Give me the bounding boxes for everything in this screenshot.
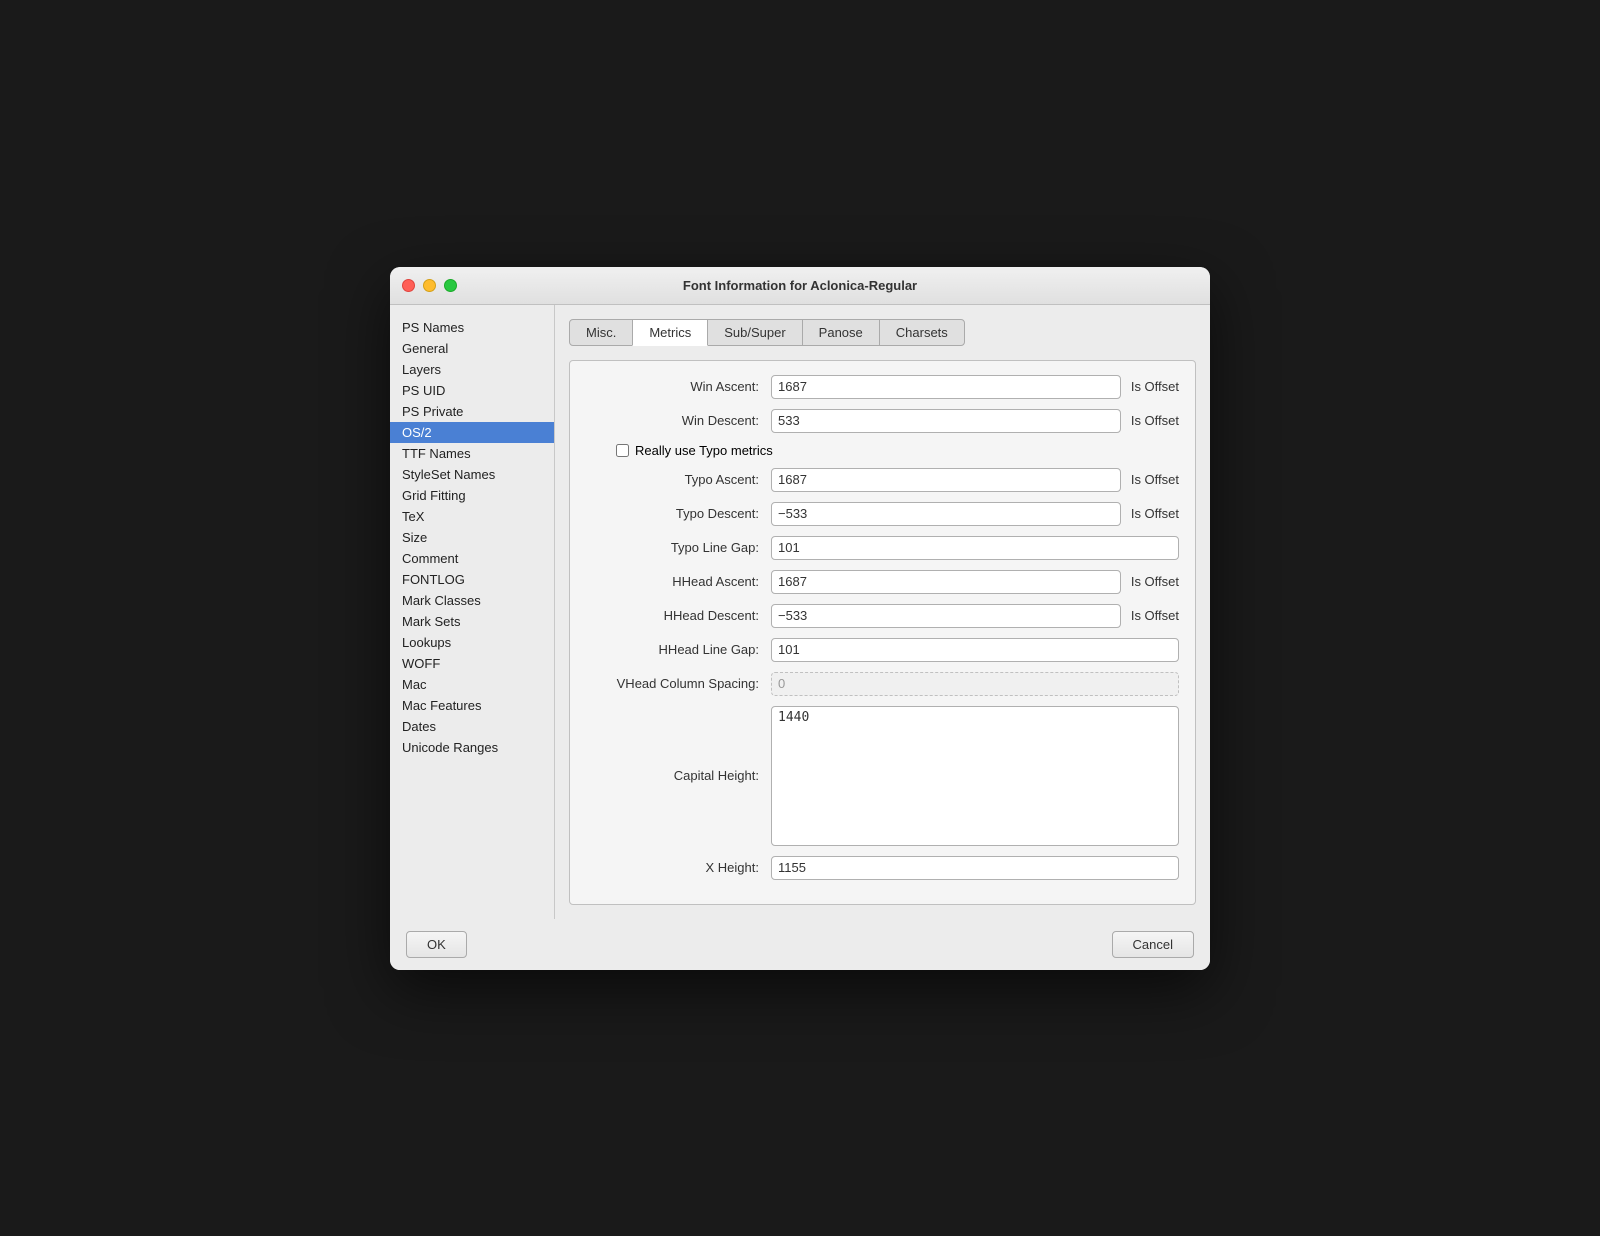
close-button[interactable] [402, 279, 415, 292]
tab-subsuper[interactable]: Sub/Super [707, 319, 802, 346]
typo-line-gap-input[interactable] [771, 536, 1179, 560]
hhead-descent-label: HHead Descent: [586, 608, 771, 623]
cancel-button[interactable]: Cancel [1112, 931, 1194, 958]
typo-line-gap-wrapper [771, 536, 1179, 560]
hhead-descent-is-offset: Is Offset [1131, 608, 1179, 623]
form-row-hhead-ascent: HHead Ascent: Is Offset [586, 570, 1179, 594]
hhead-ascent-input[interactable] [771, 570, 1121, 594]
form-row-hhead-line-gap: HHead Line Gap: [586, 638, 1179, 662]
sidebar-item-ps-private[interactable]: PS Private [390, 401, 554, 422]
sidebar-item-fontlog[interactable]: FONTLOG [390, 569, 554, 590]
footer: OK Cancel [390, 919, 1210, 970]
hhead-ascent-is-offset: Is Offset [1131, 574, 1179, 589]
tab-metrics[interactable]: Metrics [632, 319, 708, 346]
tabs: Misc.MetricsSub/SuperPanoseCharsets [569, 319, 1196, 346]
win-descent-wrapper [771, 409, 1121, 433]
win-descent-label: Win Descent: [586, 413, 771, 428]
win-ascent-wrapper [771, 375, 1121, 399]
form-row-hhead-descent: HHead Descent: Is Offset [586, 604, 1179, 628]
typo-descent-label: Typo Descent: [586, 506, 771, 521]
typo-ascent-wrapper [771, 468, 1121, 492]
vhead-column-spacing-label: VHead Column Spacing: [586, 676, 771, 691]
form-row-x-height: X Height: [586, 856, 1179, 880]
sidebar-item-ttf-names[interactable]: TTF Names [390, 443, 554, 464]
sidebar-item-size[interactable]: Size [390, 527, 554, 548]
typo-descent-input[interactable] [771, 502, 1121, 526]
typo-descent-is-offset: Is Offset [1131, 506, 1179, 521]
sidebar-item-general[interactable]: General [390, 338, 554, 359]
really-use-typo-checkbox[interactable] [616, 444, 629, 457]
hhead-ascent-wrapper [771, 570, 1121, 594]
sidebar-item-os2[interactable]: OS/2 [390, 422, 554, 443]
maximize-button[interactable] [444, 279, 457, 292]
sidebar-item-mark-sets[interactable]: Mark Sets [390, 611, 554, 632]
hhead-line-gap-wrapper [771, 638, 1179, 662]
win-ascent-is-offset: Is Offset [1131, 379, 1179, 394]
ok-button[interactable]: OK [406, 931, 467, 958]
window-title: Font Information for Aclonica-Regular [683, 278, 917, 293]
form-row-typo-line-gap: Typo Line Gap: [586, 536, 1179, 560]
typo-ascent-is-offset: Is Offset [1131, 472, 1179, 487]
typo-ascent-input[interactable] [771, 468, 1121, 492]
form-row-win-descent: Win Descent: Is Offset [586, 409, 1179, 433]
hhead-ascent-label: HHead Ascent: [586, 574, 771, 589]
tab-misc[interactable]: Misc. [569, 319, 633, 346]
hhead-line-gap-label: HHead Line Gap: [586, 642, 771, 657]
capital-height-input[interactable] [771, 706, 1179, 846]
typo-line-gap-label: Typo Line Gap: [586, 540, 771, 555]
sidebar: PS NamesGeneralLayersPS UIDPS PrivateOS/… [390, 305, 555, 919]
tab-panose[interactable]: Panose [802, 319, 880, 346]
hhead-line-gap-input[interactable] [771, 638, 1179, 662]
form-row-capital-height: Capital Height: [586, 706, 1179, 846]
sidebar-item-mac[interactable]: Mac [390, 674, 554, 695]
sidebar-item-ps-names[interactable]: PS Names [390, 317, 554, 338]
form-row-typo-ascent: Typo Ascent: Is Offset [586, 468, 1179, 492]
sidebar-item-layers[interactable]: Layers [390, 359, 554, 380]
win-ascent-label: Win Ascent: [586, 379, 771, 394]
checkbox-row-really-use-typo: Really use Typo metrics [586, 443, 1179, 458]
really-use-typo-label: Really use Typo metrics [635, 443, 773, 458]
main-window: Font Information for Aclonica-Regular PS… [390, 267, 1210, 970]
sidebar-item-comment[interactable]: Comment [390, 548, 554, 569]
win-ascent-input[interactable] [771, 375, 1121, 399]
sidebar-item-mac-features[interactable]: Mac Features [390, 695, 554, 716]
window-body: PS NamesGeneralLayersPS UIDPS PrivateOS/… [390, 305, 1210, 919]
sidebar-item-ps-uid[interactable]: PS UID [390, 380, 554, 401]
tab-charsets[interactable]: Charsets [879, 319, 965, 346]
sidebar-item-woff[interactable]: WOFF [390, 653, 554, 674]
sidebar-item-tex[interactable]: TeX [390, 506, 554, 527]
sidebar-item-styleset-names[interactable]: StyleSet Names [390, 464, 554, 485]
typo-ascent-label: Typo Ascent: [586, 472, 771, 487]
sidebar-item-grid-fitting[interactable]: Grid Fitting [390, 485, 554, 506]
sidebar-item-unicode-ranges[interactable]: Unicode Ranges [390, 737, 554, 758]
win-descent-input[interactable] [771, 409, 1121, 433]
vhead-column-spacing-input [771, 672, 1179, 696]
minimize-button[interactable] [423, 279, 436, 292]
form-row-win-ascent: Win Ascent: Is Offset [586, 375, 1179, 399]
x-height-wrapper [771, 856, 1179, 880]
main-content: Misc.MetricsSub/SuperPanoseCharsets Win … [555, 305, 1210, 919]
form-area: Win Ascent: Is Offset Win Descent: Is Offse… [569, 360, 1196, 905]
traffic-lights [402, 279, 457, 292]
form-row-typo-descent: Typo Descent: Is Offset [586, 502, 1179, 526]
hhead-descent-input[interactable] [771, 604, 1121, 628]
sidebar-item-lookups[interactable]: Lookups [390, 632, 554, 653]
sidebar-item-dates[interactable]: Dates [390, 716, 554, 737]
capital-height-label: Capital Height: [586, 768, 771, 783]
capital-height-wrapper [771, 706, 1179, 846]
x-height-input[interactable] [771, 856, 1179, 880]
sidebar-item-mark-classes[interactable]: Mark Classes [390, 590, 554, 611]
hhead-descent-wrapper [771, 604, 1121, 628]
vhead-column-spacing-wrapper [771, 672, 1179, 696]
win-descent-is-offset: Is Offset [1131, 413, 1179, 428]
x-height-label: X Height: [586, 860, 771, 875]
form-row-vhead-column-spacing: VHead Column Spacing: [586, 672, 1179, 696]
typo-descent-wrapper [771, 502, 1121, 526]
titlebar: Font Information for Aclonica-Regular [390, 267, 1210, 305]
